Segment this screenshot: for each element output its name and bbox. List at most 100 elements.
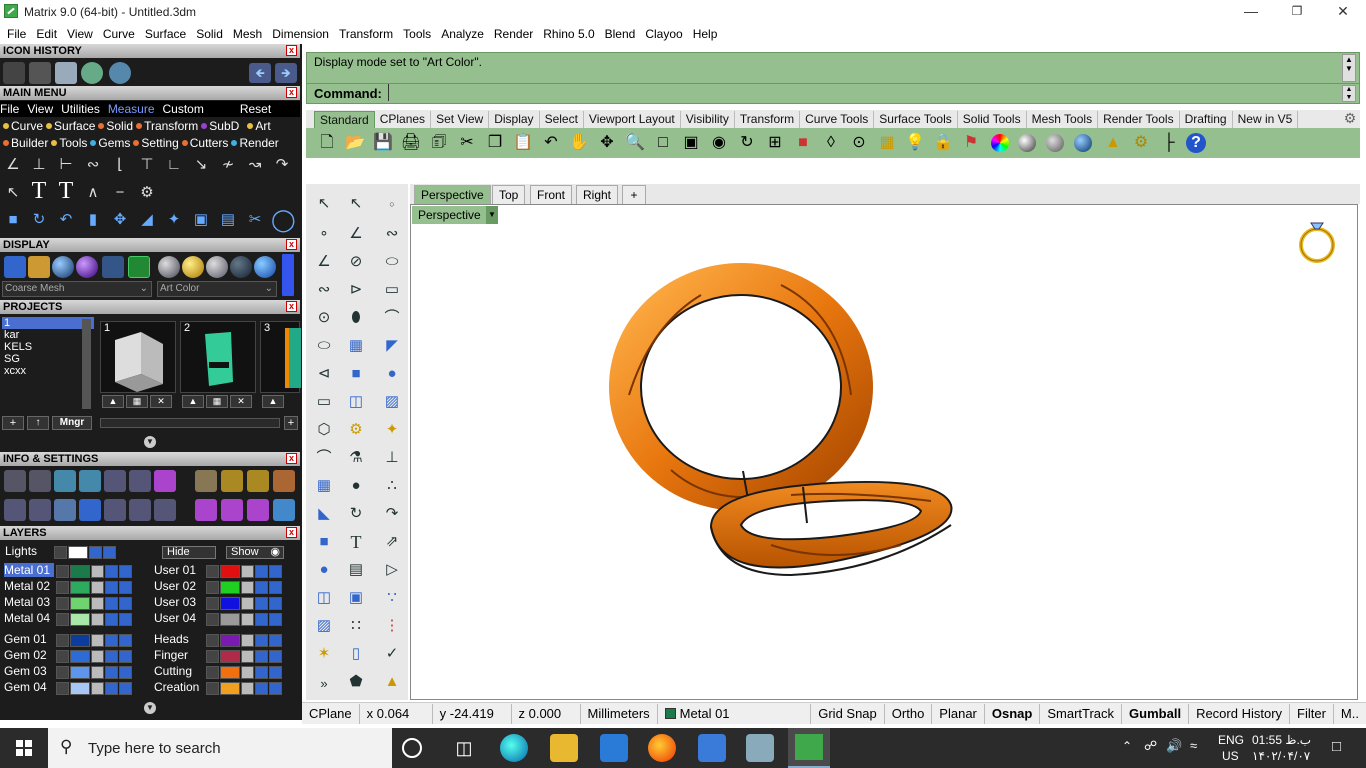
visibility-icon[interactable] <box>105 666 118 679</box>
spline-tool-icon[interactable]: ↝ <box>244 154 266 176</box>
menu-surface[interactable]: Surface <box>140 27 191 41</box>
thumbnail-scrollbar[interactable] <box>100 418 280 428</box>
save-icon[interactable]: ▦ <box>206 395 228 408</box>
layer-name[interactable]: Gem 01 <box>4 632 54 646</box>
layer-controls[interactable] <box>206 682 283 695</box>
flow-icon[interactable]: ▷ <box>380 558 404 582</box>
help-icon[interactable]: ? <box>1186 133 1206 153</box>
list-icon[interactable] <box>154 499 176 521</box>
tab-drafting[interactable]: Drafting <box>1180 111 1233 128</box>
select-icon[interactable]: ▦ <box>876 132 898 154</box>
vertical-tool-icon[interactable]: ⊤ <box>136 154 158 176</box>
layer-expand-icon[interactable] <box>56 581 69 594</box>
layer-name[interactable]: Creation <box>154 680 204 694</box>
gear-icon[interactable]: ⚙ <box>344 418 368 442</box>
menu-curve[interactable]: Curve <box>98 27 140 41</box>
layer-name[interactable]: Metal 04 <box>4 611 54 625</box>
print-icon[interactable]: 🖨 <box>400 132 422 154</box>
lock-icon[interactable] <box>91 666 104 679</box>
curve-cv-icon[interactable]: ∾ <box>312 278 336 302</box>
layer-name[interactable]: User 04 <box>154 611 204 625</box>
tab-perspective[interactable]: Perspective <box>414 185 491 204</box>
rotate-view-icon[interactable]: ↻ <box>736 132 758 154</box>
export-icon[interactable]: 🗊 <box>428 132 450 154</box>
tab-front[interactable]: Front <box>530 185 573 204</box>
tab-right[interactable]: Right <box>576 185 619 204</box>
matrix-taskbar-button[interactable] <box>788 728 830 768</box>
layer-name[interactable]: Gem 04 <box>4 680 54 694</box>
scissors-tool-icon[interactable] <box>29 62 51 84</box>
move-up-button[interactable]: ↑ <box>27 416 49 430</box>
print-icon[interactable] <box>119 565 132 578</box>
arc-tool-icon[interactable]: ≁ <box>217 154 239 176</box>
layer-color-swatch[interactable] <box>70 666 90 679</box>
line-tool-icon[interactable]: ⊥ <box>28 154 50 176</box>
history-forward-icon[interactable]: 🡺 <box>275 63 297 83</box>
menu-view[interactable]: View <box>62 27 98 41</box>
stack-icon[interactable] <box>79 470 101 492</box>
curve-tool-icon[interactable]: ∾ <box>82 154 104 176</box>
grid-display-icon[interactable] <box>4 256 26 278</box>
layer-color-swatch[interactable] <box>220 613 240 626</box>
network-icon[interactable]: ☍ <box>1144 738 1157 754</box>
menu-tools[interactable]: Tools <box>398 27 436 41</box>
menu-transform[interactable]: Transform <box>334 27 398 41</box>
mm-art[interactable]: Art <box>255 119 270 133</box>
tab-set-view[interactable]: Set View <box>431 111 490 128</box>
visibility-icon[interactable] <box>255 613 268 626</box>
boolean-union-icon[interactable]: ● <box>344 474 368 498</box>
layer-name[interactable]: Metal 02 <box>4 579 54 593</box>
layer-name[interactable]: Gem 03 <box>4 664 54 678</box>
lock-icon[interactable] <box>241 666 254 679</box>
layer-controls[interactable] <box>56 597 133 610</box>
chevron-up-icon[interactable]: ⌃ <box>1122 739 1132 753</box>
clock-time[interactable]: 01:55 ب.ظ <box>1252 733 1311 747</box>
lock-icon[interactable] <box>241 581 254 594</box>
layer-name[interactable]: User 01 <box>154 563 204 577</box>
tool-icon[interactable] <box>195 470 217 492</box>
grid-icon[interactable] <box>4 499 26 521</box>
layer-color-swatch[interactable] <box>220 597 240 610</box>
close-icon[interactable]: x <box>286 301 297 312</box>
explode-icon[interactable]: ✦ <box>380 418 404 442</box>
gear-icon[interactable]: ⚙ <box>136 182 158 204</box>
layer-expand-icon[interactable] <box>206 666 219 679</box>
firefox-icon[interactable] <box>648 734 676 762</box>
curve-edit-icon[interactable]: ∾ <box>380 222 404 246</box>
cut-icon[interactable]: ✂ <box>456 132 478 154</box>
polyline-icon[interactable]: ∠ <box>312 250 336 274</box>
more-tools-icon[interactable]: » <box>312 672 336 696</box>
layer-controls[interactable] <box>206 597 283 610</box>
dimension-icon[interactable]: ⊥ <box>380 446 404 470</box>
store-icon[interactable] <box>698 734 726 762</box>
solid-box-icon[interactable]: ■ <box>344 362 368 386</box>
gem-move-icon[interactable] <box>221 499 243 521</box>
menu-render[interactable]: Render <box>489 27 538 41</box>
layer-name[interactable]: User 02 <box>154 579 204 593</box>
tab-mesh-tools[interactable]: Mesh Tools <box>1027 111 1099 128</box>
print-icon[interactable] <box>269 597 282 610</box>
tab-render-tools[interactable]: Render Tools <box>1098 111 1180 128</box>
mm-curve[interactable]: Curve <box>11 119 43 133</box>
close-icon[interactable]: x <box>286 453 297 464</box>
region-code[interactable]: US <box>1222 749 1239 763</box>
lock-icon[interactable] <box>91 682 104 695</box>
layer-expand-icon[interactable] <box>56 666 69 679</box>
mm-file[interactable]: File <box>0 102 19 116</box>
restore-button[interactable]: ❐ <box>1274 0 1320 24</box>
spotlight-icon[interactable]: ▲ <box>1102 132 1124 154</box>
toggle-grid-snap[interactable]: Grid Snap <box>811 703 885 724</box>
layer-controls[interactable] <box>56 613 133 626</box>
manager-button[interactable]: Mngr <box>52 416 92 430</box>
boolean-icon[interactable]: ● <box>312 558 336 582</box>
perspective-viewport[interactable] <box>410 204 1358 700</box>
layer-expand-icon[interactable] <box>206 597 219 610</box>
menu-help[interactable]: Help <box>688 27 723 41</box>
bend-tool-icon[interactable]: ↶ <box>55 209 77 231</box>
layer-name[interactable]: Metal 03 <box>4 595 54 609</box>
paint-icon[interactable] <box>746 734 774 762</box>
print-icon[interactable] <box>119 581 132 594</box>
undo-icon[interactable]: ↶ <box>540 132 562 154</box>
layer-color-swatch[interactable] <box>70 581 90 594</box>
lock-icon[interactable] <box>91 650 104 663</box>
